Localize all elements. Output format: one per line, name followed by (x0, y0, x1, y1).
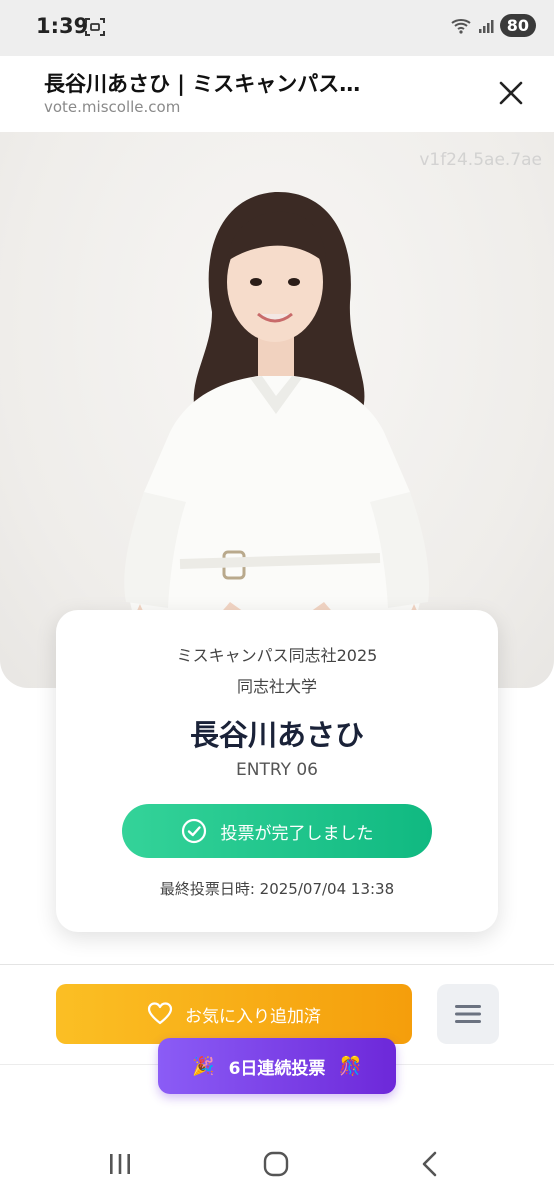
vote-complete-label: 投票が完了しました (220, 823, 374, 844)
contest-name: ミスキャンパス同志社2025 (176, 646, 378, 665)
university-name: 同志社大学 (236, 677, 317, 696)
last-vote-timestamp: 最終投票日時: 2025/07/04 13:38 (159, 880, 395, 898)
recent-apps-icon (110, 1154, 130, 1174)
wifi-icon (450, 15, 472, 37)
page-url[interactable]: vote.miscolle.com (44, 98, 180, 116)
home-icon (263, 1151, 289, 1177)
consecutive-vote-badge: 🎉 6日連続投票 🎊 (158, 1038, 396, 1094)
check-circle-icon (181, 818, 206, 844)
hamburger-menu-icon (455, 1005, 481, 1023)
heart-icon (147, 1002, 173, 1025)
menu-button[interactable] (437, 984, 499, 1044)
screenshot-icon (84, 16, 106, 38)
favorite-label: お気に入り追加済 (185, 1006, 321, 1027)
back-icon (422, 1151, 437, 1177)
profile-card: ミスキャンパス同志社2025 同志社大学 長谷川あさひ ENTRY 06 投票が… (56, 610, 498, 932)
battery-indicator: 80 (499, 14, 536, 37)
favorite-button[interactable]: お気に入り追加済 (56, 984, 412, 1044)
status-icons: 80 (450, 14, 536, 37)
candidate-photo: v1f24.5ae.7ae v1f24.5ae.7ae (0, 132, 554, 688)
party-popper-icon: 🎉 (192, 1055, 215, 1077)
confetti-ball-icon: 🎊 (339, 1055, 362, 1077)
streak-label: 6日連続投票 (228, 1058, 326, 1079)
candidate-portrait (124, 191, 430, 688)
system-nav-bar (0, 1124, 554, 1200)
vote-complete-button[interactable]: 投票が完了しました (122, 804, 432, 858)
candidate-name: 長谷川あさひ (189, 718, 364, 752)
watermark: v1f24.5ae.7ae (419, 150, 542, 170)
back-button[interactable] (410, 1144, 450, 1184)
status-bar: 1:39 80 (0, 0, 554, 56)
divider (0, 964, 554, 965)
entry-number: ENTRY 06 (236, 760, 318, 780)
close-button[interactable] (490, 72, 532, 114)
page-title: 長谷川あさひ | ミスキャンパス… (44, 72, 361, 96)
browser-header: 長谷川あさひ | ミスキャンパス… vote.miscolle.com (0, 56, 554, 132)
signal-icon (478, 18, 494, 34)
status-time: 1:39 (36, 14, 89, 38)
home-button[interactable] (256, 1144, 296, 1184)
close-icon (499, 81, 523, 105)
recent-apps-button[interactable] (100, 1144, 140, 1184)
